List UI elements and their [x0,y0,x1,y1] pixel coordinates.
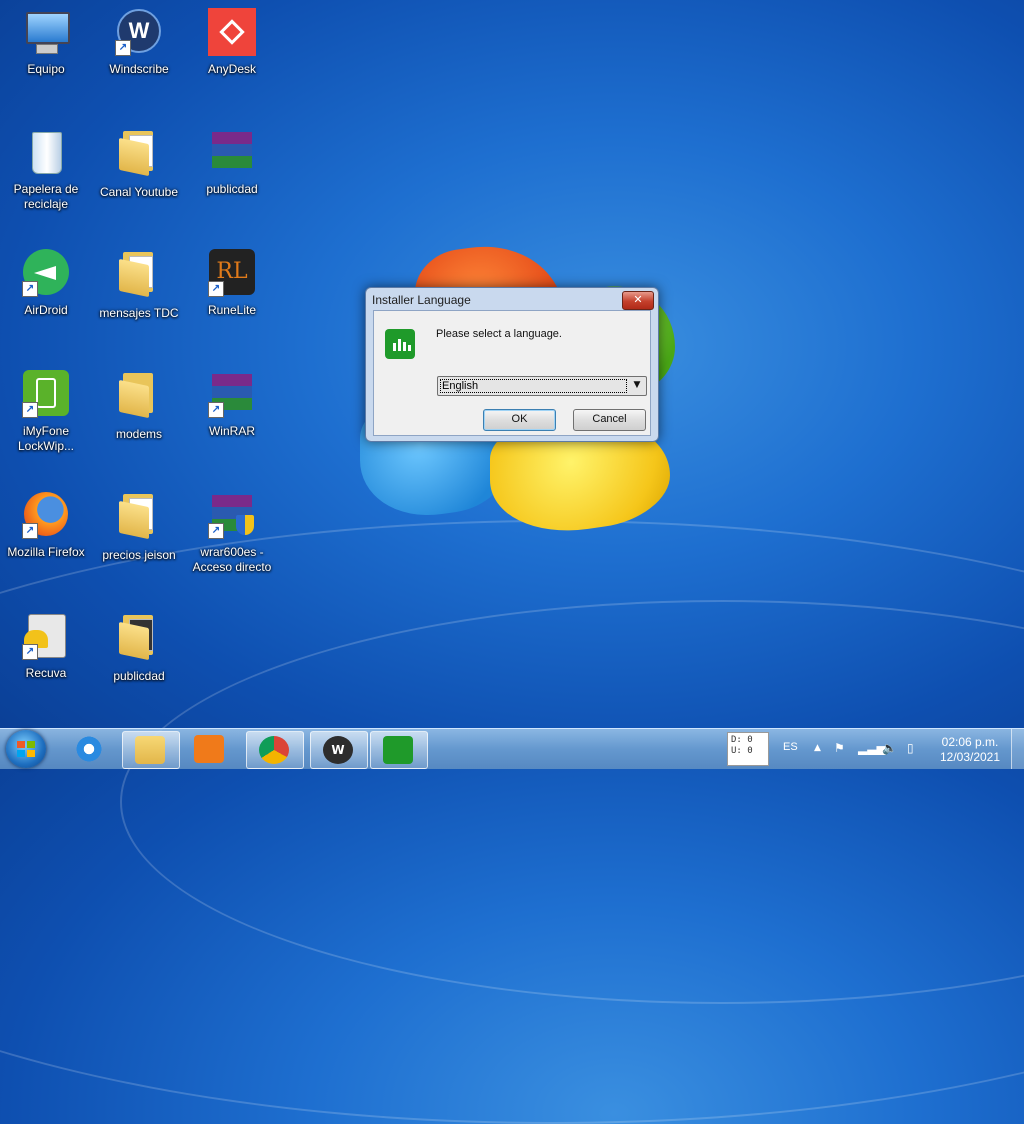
clock[interactable]: 02:06 p.m. 12/03/2021 [930,735,1010,765]
folder-icon [115,373,163,421]
desktop-icon-label: precios jeison [102,548,176,562]
windscribe-icon: W [323,736,353,764]
winrar-installer-icon: ↗ [208,491,256,539]
recycle-bin-icon [22,128,70,176]
desktop-icon-mensajes-tdc[interactable]: mensajes TDC [97,249,181,321]
runelite-icon: RL ↗ [208,249,256,297]
taskbar: W D: 0 U: 0 ES ▲ ⚑ ▂▃▅ 🔈 ▯ 02:06 p.m. 12… [0,728,1024,769]
desktop-icon-label: RuneLite [207,303,257,317]
imyfone-icon: ↗ [22,370,70,418]
winrar-archive-icon [208,128,256,176]
folder-icon [115,131,163,179]
chevron-down-icon[interactable]: ▼ [630,379,644,392]
desktop-icon-label: WinRAR [208,424,255,438]
desktop-icon-canal-youtube[interactable]: Canal Youtube [97,128,181,200]
dialog-body: Please select a language. English ▼ OK C… [373,310,651,436]
airdroid-icon: ↗ [22,249,70,297]
dialog-message: Please select a language. [436,328,562,340]
language-select-value: English [440,379,627,393]
desktop-icon-label: Papelera de reciclaje [13,182,79,211]
anydesk-icon [208,8,256,56]
start-button[interactable] [6,730,46,768]
file-explorer-icon [135,736,165,764]
clock-time: 02:06 p.m. [941,735,999,749]
language-indicator[interactable]: ES [783,741,798,753]
desktop-icon-label: Equipo [27,62,65,76]
recuva-icon: ↗ [22,612,70,660]
desktop-icon-label: modems [115,427,162,441]
internet-explorer-icon [74,735,104,763]
desktop-icon-imyfone[interactable]: ↗ iMyFone LockWip... [4,370,88,454]
close-icon: ✕ [633,293,643,306]
desktop-icon-label: AnyDesk [207,62,257,76]
desktop-icon-windscribe[interactable]: W ↗ Windscribe [97,8,181,77]
desktop-icon-publicdad-folder[interactable]: publicdad [97,612,181,684]
installer-language-dialog[interactable]: Installer Language ✕ Please select a lan… [365,287,659,442]
desktop-icon-label: AirDroid [24,303,68,317]
folder-icon [115,494,163,542]
close-button[interactable]: ✕ [622,291,654,310]
desktop-icon-wrar600es[interactable]: ↗ wrar600es - Acceso directo [190,491,274,575]
desktop-icon-label: Windscribe [109,62,169,76]
network-meter[interactable]: D: 0 U: 0 [727,732,769,766]
desktop-icon-label: iMyFone LockWip... [17,424,74,453]
desktop-icon-publicdad-archive[interactable]: publicdad [190,128,274,197]
desktop-icon-label: Canal Youtube [99,185,179,199]
volume-icon[interactable]: 🔈 [882,741,897,755]
desktop-icon-recycle-bin[interactable]: Papelera de reciclaje [4,128,88,212]
desktop-icon-winrar[interactable]: ↗ WinRAR [190,370,274,439]
show-hidden-icons-icon[interactable]: ▲ [814,743,821,753]
windscribe-icon: W ↗ [115,8,163,56]
taskbar-windscribe[interactable]: W [310,731,368,769]
folder-icon [115,615,163,663]
folder-icon [115,252,163,300]
desktop-icon-precios-jeison[interactable]: precios jeison [97,491,181,563]
taskbar-media-player[interactable] [182,731,238,767]
desktop-icon-anydesk[interactable]: AnyDesk [190,8,274,77]
dialog-title: Installer Language [372,293,471,307]
desktop-icon-firefox[interactable]: ↗ Mozilla Firefox [4,491,88,560]
download-counter: D: 0 [731,735,753,745]
desktop-icon-label: publicdad [113,669,165,683]
desktop-icon-recuva[interactable]: ↗ Recuva [4,612,88,681]
desktop-icon-label: Recuva [25,666,67,680]
battery-icon[interactable]: ▯ [907,741,914,755]
computer-icon [22,8,70,56]
desktop-icon-equipo[interactable]: Equipo [4,8,88,77]
desktop-icon-label: Mozilla Firefox [7,545,85,559]
installer-app-icon [385,329,415,359]
show-desktop-button[interactable] [1011,729,1024,769]
taskbar-installer[interactable] [370,731,428,769]
desktop-icon-label: wrar600es - Acceso directo [192,545,272,574]
action-center-flag-icon[interactable]: ⚑ [834,741,845,755]
winrar-icon: ↗ [208,370,256,418]
clock-date: 12/03/2021 [939,750,1001,764]
ok-button[interactable]: OK [483,409,556,431]
taskbar-internet-explorer[interactable] [62,731,118,767]
upload-counter: U: 0 [731,746,753,756]
media-player-icon [194,735,224,763]
language-select[interactable]: English ▼ [437,376,647,396]
installer-app-icon [383,736,413,764]
cancel-button[interactable]: Cancel [573,409,646,431]
desktop-icon-label: publicdad [206,182,258,196]
chrome-icon [259,736,289,764]
desktop-icon-runelite[interactable]: RL ↗ RuneLite [190,249,274,318]
desktop-icon-label: mensajes TDC [99,306,179,320]
desktop-icon-airdroid[interactable]: ↗ AirDroid [4,249,88,318]
taskbar-file-explorer[interactable] [122,731,180,769]
desktop-icon-modems[interactable]: modems [97,370,181,442]
taskbar-chrome[interactable] [246,731,304,769]
firefox-icon: ↗ [22,491,70,539]
